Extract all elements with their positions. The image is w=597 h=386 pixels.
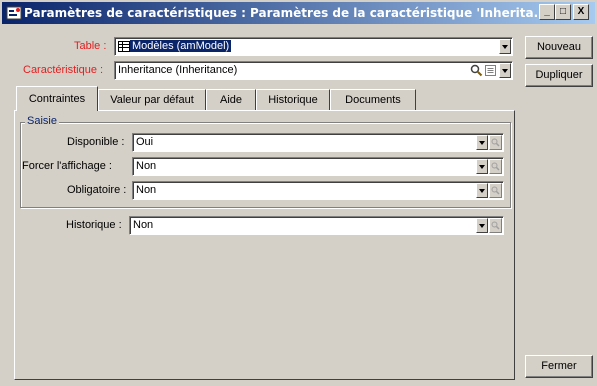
nouveau-button-label: Nouveau	[536, 41, 582, 53]
forcer-affichage-field[interactable]: Non	[132, 157, 504, 176]
forcer-affichage-label: Forcer l'affichage :	[22, 160, 112, 172]
obligatoire-dropdown-button[interactable]	[476, 183, 488, 198]
maximize-button[interactable]: □	[555, 4, 571, 20]
obligatoire-value: Non	[136, 184, 157, 196]
tab-aide-label: Aide	[219, 94, 243, 106]
magnifier-icon	[491, 186, 500, 195]
close-button[interactable]: X	[573, 4, 589, 20]
caracteristique-field[interactable]: Inheritance (Inheritance)	[114, 61, 513, 80]
historique-zoom-button[interactable]	[489, 218, 502, 233]
forcer-affichage-value: Non	[136, 160, 157, 172]
table-icon	[118, 41, 130, 52]
tab-historique-label: Historique	[268, 94, 318, 106]
historique-dropdown-button[interactable]	[476, 218, 488, 233]
table-dropdown-button[interactable]	[499, 39, 511, 54]
fermer-button[interactable]: Fermer	[525, 355, 593, 378]
forcer-affichage-zoom-button[interactable]	[489, 159, 502, 174]
disponible-field[interactable]: Oui	[132, 133, 504, 152]
tab-documents[interactable]: Documents	[330, 89, 416, 110]
tab-contraintes-label: Contraintes	[28, 93, 86, 105]
tab-valeur-par-defaut-label: Valeur par défaut	[110, 94, 194, 106]
historique-value: Non	[133, 219, 154, 231]
chevron-down-icon	[479, 141, 485, 145]
chevron-down-icon	[502, 45, 508, 49]
tab-aide[interactable]: Aide	[206, 89, 256, 110]
window-title: Paramètres de caractéristiques : Paramèt…	[24, 6, 548, 20]
obligatoire-field[interactable]: Non	[132, 181, 504, 200]
fermer-button-label: Fermer	[541, 360, 577, 372]
minimize-icon: _	[544, 6, 550, 17]
app-icon	[6, 6, 22, 20]
search-icon[interactable]	[470, 64, 483, 77]
chevron-down-icon	[479, 224, 485, 228]
chevron-down-icon	[479, 189, 485, 193]
caracteristique-dropdown-button[interactable]	[499, 63, 511, 78]
disponible-value: Oui	[136, 136, 154, 148]
obligatoire-zoom-button[interactable]	[489, 183, 502, 198]
magnifier-icon	[491, 138, 500, 147]
tab-valeur-par-defaut[interactable]: Valeur par défaut	[98, 89, 206, 110]
historique-label: Historique :	[66, 219, 122, 231]
dialog-window: Paramètres de caractéristiques : Paramèt…	[0, 0, 597, 386]
table-field[interactable]: Modèles (amModel)	[114, 37, 513, 56]
title-bar[interactable]: Paramètres de caractéristiques : Paramèt…	[2, 2, 595, 24]
maximize-icon: □	[559, 6, 567, 17]
disponible-dropdown-button[interactable]	[476, 135, 488, 150]
dupliquer-button-label: Dupliquer	[535, 69, 583, 81]
table-label: Table :	[74, 40, 107, 52]
forcer-affichage-dropdown-button[interactable]	[476, 159, 488, 174]
saisie-group-title: Saisie	[25, 115, 59, 127]
tab-documents-label: Documents	[345, 94, 401, 106]
minimize-button[interactable]: _	[539, 4, 555, 20]
tab-historique[interactable]: Historique	[256, 89, 330, 110]
magnifier-icon	[491, 221, 500, 230]
close-icon: X	[577, 6, 585, 17]
details-icon[interactable]	[484, 64, 497, 77]
table-value: Modèles (amModel)	[130, 40, 232, 52]
dupliquer-button[interactable]: Dupliquer	[525, 64, 593, 87]
chevron-down-icon	[502, 69, 508, 73]
chevron-down-icon	[479, 165, 485, 169]
disponible-label: Disponible :	[67, 136, 125, 148]
historique-field[interactable]: Non	[129, 216, 504, 235]
caracteristique-value: Inheritance (Inheritance)	[118, 64, 238, 76]
caracteristique-label: Caractéristique :	[23, 64, 104, 76]
magnifier-icon	[491, 162, 500, 171]
tab-contraintes[interactable]: Contraintes	[16, 86, 98, 111]
disponible-zoom-button[interactable]	[489, 135, 502, 150]
obligatoire-label: Obligatoire :	[67, 184, 127, 196]
title-buttons: _ □ X	[539, 4, 595, 20]
nouveau-button[interactable]: Nouveau	[525, 36, 593, 59]
